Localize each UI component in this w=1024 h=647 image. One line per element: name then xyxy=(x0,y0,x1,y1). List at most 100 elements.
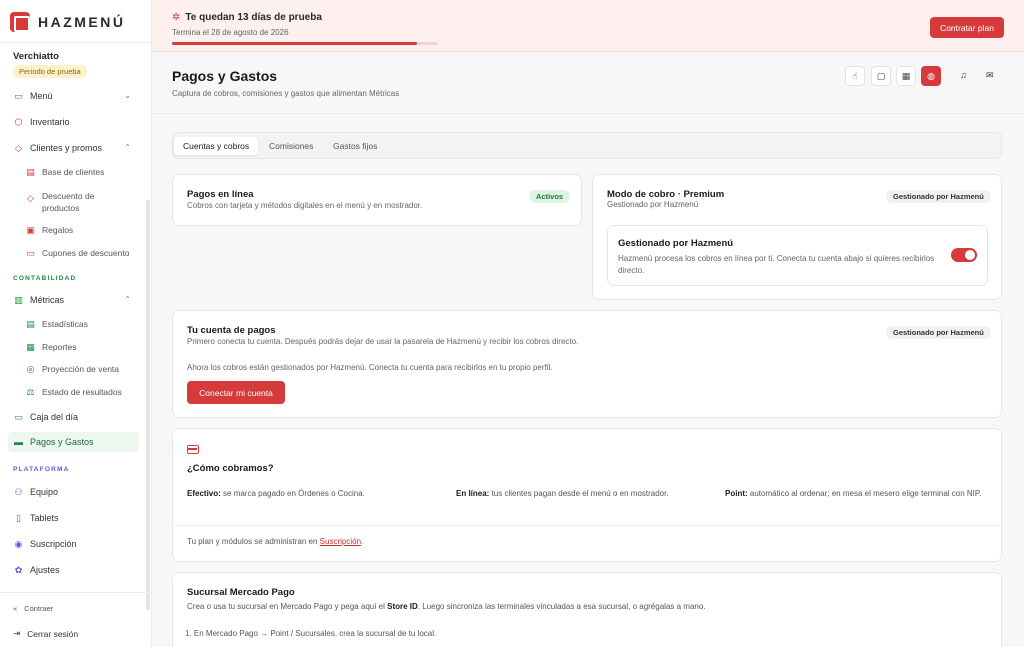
clipboard-icon[interactable]: ▢ xyxy=(871,66,891,86)
ticket-icon: ▭ xyxy=(26,247,35,258)
sidebar-item-label: Equipo xyxy=(30,487,59,497)
managed-badge: Gestionado por Hazmenú xyxy=(886,326,991,339)
how-en-linea: En línea: tus clientes pagan desde el me… xyxy=(456,489,669,498)
coin-icon: ◉ xyxy=(14,538,23,549)
sidebar-item-ajustes[interactable]: ✿ Ajustes xyxy=(8,560,139,580)
managed-toggle[interactable] xyxy=(951,248,977,262)
credit-card-icon xyxy=(187,445,199,454)
logout-button[interactable]: ⇥ Cerrar sesión xyxy=(13,628,78,639)
tag-icon: ◇ xyxy=(27,193,34,203)
book-icon: ▭ xyxy=(14,90,23,101)
trial-badge: Periodo de prueba xyxy=(13,65,87,78)
brand-logo[interactable]: HAZMENÚ xyxy=(10,12,126,32)
sidebar-item-proyeccion[interactable]: ◎ Proyección de venta xyxy=(20,359,139,379)
section-label-plataforma: PLATAFORMA xyxy=(13,466,70,473)
collapse-label: Contraer xyxy=(24,604,54,613)
tag-icon: ◇ xyxy=(15,142,22,153)
sidebar-scrollbar[interactable] xyxy=(146,200,150,610)
sidebar-item-label: Menú xyxy=(30,91,53,101)
connect-account-button[interactable]: Conectar mi cuenta xyxy=(187,381,285,404)
tab-cuentas-cobros[interactable]: Cuentas y cobros xyxy=(174,137,259,155)
chevron-down-icon: ⌄ xyxy=(124,91,131,100)
mercado-pago-subtitle: Crea o usa tu sucursal en Mercado Pago y… xyxy=(187,602,706,611)
stats-icon: ▤ xyxy=(26,318,35,329)
sidebar-item-menu[interactable]: ▭ Menú ⌄ xyxy=(8,86,139,106)
tab-comisiones[interactable]: Comisiones xyxy=(260,137,322,155)
sidebar-item-label: Regalos xyxy=(42,225,74,235)
sparkle-icon: ✲ xyxy=(172,12,181,23)
managed-option-title: Gestionado por Hazmenú xyxy=(618,238,734,249)
logout-label: Cerrar sesión xyxy=(27,628,79,639)
sidebar-item-metricas[interactable]: ▥ Métricas ⌃ xyxy=(8,290,139,310)
gift-icon: ▣ xyxy=(26,224,35,235)
online-payments-subtitle: Cobros con tarjeta y métodos digitales e… xyxy=(187,201,423,210)
sidebar-item-estadisticas[interactable]: ▤ Estadísticas xyxy=(20,314,139,334)
logo-icon xyxy=(10,12,30,32)
brand-name: HAZMENÚ xyxy=(38,14,126,30)
collapse-button[interactable]: « Contraer xyxy=(13,604,53,613)
online-payments-title: Pagos en línea xyxy=(187,189,254,200)
managed-badge: Gestionado por Hazmenú xyxy=(886,190,991,203)
sidebar-item-base-clientes[interactable]: ▤ Base de clientes xyxy=(20,162,139,182)
banner-title-text: Te quedan 13 días de prueba xyxy=(185,12,322,23)
sidebar-item-cupones[interactable]: ▭ Cupones de descuento xyxy=(20,243,139,263)
hand-icon[interactable]: ☝ xyxy=(845,66,865,86)
sidebar: HAZMENÚ Verchiatto Periodo de prueba ▭ M… xyxy=(0,0,152,647)
payment-mode-card: Modo de cobro · Premium Gestionado por H… xyxy=(592,174,1002,300)
logout-icon: ⇥ xyxy=(13,628,21,638)
online-payments-card: Pagos en línea Cobros con tarjeta y méto… xyxy=(172,174,582,226)
sidebar-item-label: Clientes y promos xyxy=(30,143,103,153)
sidebar-item-label: Descuento de productos xyxy=(42,191,95,213)
sidebar-item-descuento[interactable]: ◇ Descuento de productos xyxy=(20,187,139,215)
sidebar-item-clientes[interactable]: ◇ Clientes y promos ⌃ xyxy=(8,138,139,158)
chevron-up-icon: ⌃ xyxy=(124,295,131,304)
sidebar-item-tablets[interactable]: ▯ Tablets xyxy=(8,508,139,528)
sidebar-item-pagos[interactable]: ▬ Pagos y Gastos xyxy=(8,432,139,452)
inbox-icon[interactable]: ✉ xyxy=(986,70,994,81)
how-point: Point: automático al ordenar; en mesa el… xyxy=(725,489,982,498)
payment-account-title: Tu cuenta de pagos xyxy=(187,325,276,336)
sidebar-item-label: Tablets xyxy=(30,513,59,523)
sidebar-item-label: Base de clientes xyxy=(42,167,105,177)
sidebar-item-label: Proyección de venta xyxy=(42,364,120,374)
card-divider xyxy=(173,525,1001,526)
banner-subtitle: Termina el 28 de agosto de 2026 xyxy=(172,28,289,37)
sidebar-item-equipo[interactable]: ⚇ Equipo xyxy=(8,482,139,502)
mercado-pago-step-1: 1. En Mercado Pago → Point / Sucursales,… xyxy=(185,629,437,638)
sidebar-item-label: Suscripción xyxy=(30,539,77,549)
how-footer: Tu plan y módulos se administran en Susc… xyxy=(187,537,364,546)
sidebar-item-label: Reportes xyxy=(42,342,77,352)
sidebar-item-reportes[interactable]: ▦ Reportes xyxy=(20,337,139,357)
sidebar-item-label: Estado de resultados xyxy=(42,387,122,397)
grid-icon[interactable]: ▦ xyxy=(896,66,916,86)
payment-account-note: Ahora los cobros están gestionados por H… xyxy=(187,363,553,372)
trial-progress-fill xyxy=(172,42,417,45)
sidebar-item-suscripcion[interactable]: ◉ Suscripción xyxy=(8,534,139,554)
credit-card-icon: ▬ xyxy=(14,436,23,447)
sidebar-divider xyxy=(0,42,152,43)
bar-chart-icon: ▥ xyxy=(14,294,23,305)
subscription-link[interactable]: Suscripción xyxy=(320,537,361,546)
managed-option-text: Hazmenú procesa los cobros en línea por … xyxy=(618,254,935,275)
chevrons-left-icon: « xyxy=(13,604,18,613)
payment-account-subtitle: Primero conecta tu cuenta. Después podrá… xyxy=(187,337,579,346)
report-icon: ▦ xyxy=(26,341,35,352)
tablet-icon: ▯ xyxy=(16,512,21,523)
tab-gastos-fijos[interactable]: Gastos fijos xyxy=(324,137,386,155)
section-label-contabilidad: CONTABILIDAD xyxy=(13,275,77,282)
sidebar-item-caja[interactable]: ▭ Caja del día xyxy=(8,407,139,427)
page-title: Pagos y Gastos xyxy=(172,68,278,84)
globe-icon[interactable]: ◍ xyxy=(921,66,941,86)
sidebar-item-estado[interactable]: ⚖ Estado de resultados xyxy=(20,382,139,402)
chevron-up-icon: ⌃ xyxy=(124,143,131,152)
sidebar-item-label: Cupones de descuento xyxy=(42,248,130,258)
sidebar-item-regalos[interactable]: ▣ Regalos xyxy=(20,220,139,240)
sidebar-item-label: Métricas xyxy=(30,295,65,305)
bell-icon[interactable]: ♫ xyxy=(960,70,967,80)
trial-banner: ✲ Te quedan 13 días de prueba Termina el … xyxy=(152,0,1024,52)
how-title: ¿Cómo cobramos? xyxy=(187,463,274,474)
tab-bar: Cuentas y cobros Comisiones Gastos fijos xyxy=(172,132,1002,159)
contratar-plan-button[interactable]: Contratar plan xyxy=(930,17,1004,38)
banner-title: ✲ Te quedan 13 días de prueba xyxy=(172,12,322,23)
sidebar-item-inventario[interactable]: ⬡ Inventario xyxy=(8,112,139,132)
